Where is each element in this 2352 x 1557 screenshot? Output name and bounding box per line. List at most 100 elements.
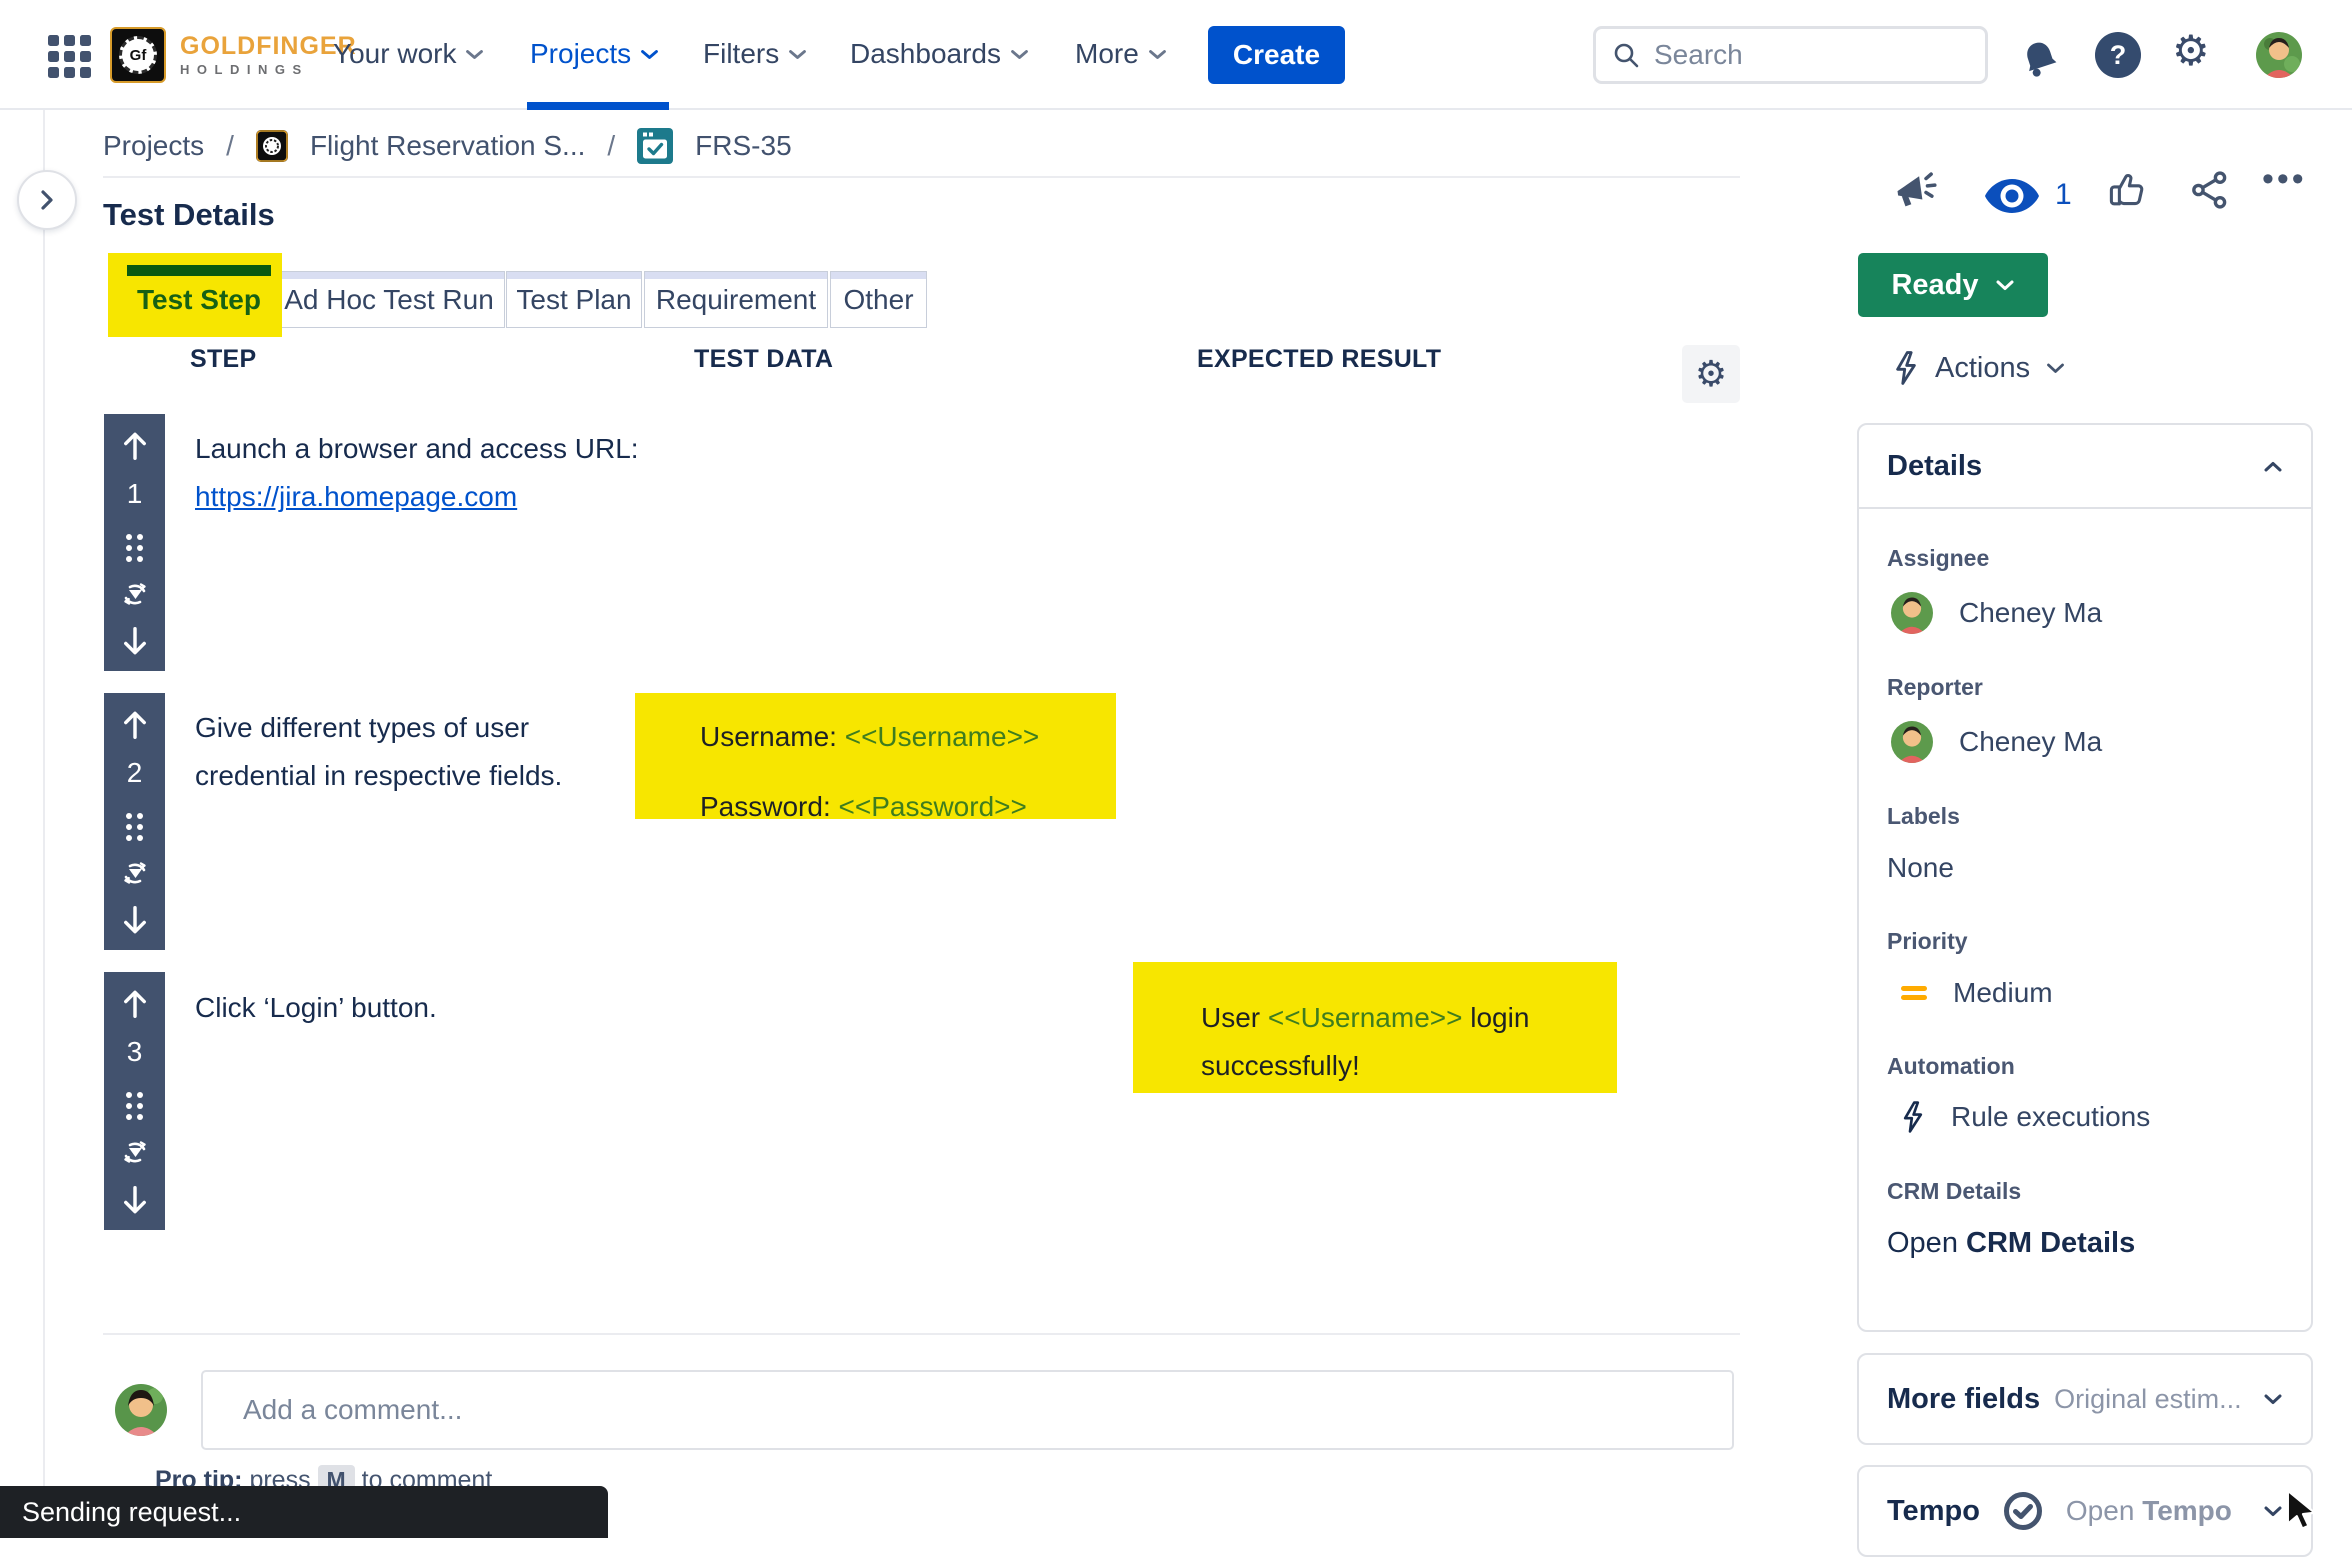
logo-wordmark: GOLDFINGER	[180, 34, 357, 59]
nav-your-work[interactable]: Your work	[333, 0, 484, 108]
reporter-value[interactable]: Cheney Ma	[1891, 721, 2283, 763]
test-data-highlight[interactable]: Username: <<Username>> Password: <<Passw…	[635, 693, 1116, 819]
labels-value[interactable]: None	[1887, 852, 2283, 884]
step-row-controls: 3	[104, 972, 165, 1230]
tab-test-plan[interactable]: Test Plan	[506, 271, 642, 328]
priority-value[interactable]: Medium	[1901, 977, 2283, 1009]
parameter-token: <<Username>>	[1268, 1002, 1463, 1033]
assignee-label: Assignee	[1887, 545, 2283, 572]
move-down-icon[interactable]	[120, 904, 150, 936]
app-switcher-icon[interactable]	[48, 35, 91, 78]
search-input[interactable]	[1654, 39, 1969, 71]
sending-request-toast: Sending request...	[0, 1486, 608, 1538]
chevron-down-icon	[1010, 48, 1029, 61]
move-down-icon[interactable]	[120, 1184, 150, 1216]
priority-label: Priority	[1887, 928, 2283, 955]
automation-label: Automation	[1887, 1053, 2283, 1080]
step-number: 1	[127, 478, 143, 510]
page-title: Test Details	[103, 197, 275, 233]
clone-step-icon[interactable]	[119, 578, 151, 610]
move-down-icon[interactable]	[120, 625, 150, 657]
watch-count[interactable]: 1	[2055, 178, 2072, 212]
clone-step-icon[interactable]	[119, 1136, 151, 1168]
search-icon	[1612, 41, 1640, 69]
parameter-token: <<Password>>	[839, 791, 1027, 822]
watch-eye-icon[interactable]	[1983, 176, 2041, 216]
breadcrumb-issue-key[interactable]: FRS-35	[695, 130, 791, 162]
breadcrumb-projects[interactable]: Projects	[103, 130, 204, 162]
drag-handle-icon[interactable]	[126, 813, 143, 841]
chevron-up-icon	[2263, 460, 2283, 473]
settings-gear-icon[interactable]: ⚙	[2172, 30, 2210, 72]
assignee-value[interactable]: Cheney Ma	[1891, 592, 2283, 634]
notifications-bell-icon[interactable]	[2020, 38, 2060, 80]
nav-dashboards[interactable]: Dashboards	[850, 0, 1029, 108]
chevron-down-icon	[1995, 279, 2015, 292]
col-header-step: STEP	[190, 345, 257, 374]
step-description[interactable]: Click ‘Login’ button.	[195, 984, 437, 1032]
tab-test-step[interactable]: Test Step	[126, 271, 272, 328]
search-box[interactable]	[1593, 26, 1988, 84]
col-header-test-data: TEST DATA	[694, 345, 833, 374]
breadcrumb-project[interactable]: Flight Reservation S...	[310, 130, 585, 162]
tab-requirement[interactable]: Requirement	[644, 271, 828, 328]
more-fields-summary: Original estim...	[2054, 1384, 2242, 1415]
actions-menu[interactable]: Actions	[1893, 350, 2065, 386]
breadcrumb: Projects / Flight Reservation S... / FRS…	[103, 128, 792, 164]
step-description[interactable]: Launch a browser and access URL: https:/…	[195, 425, 639, 521]
crm-details-link[interactable]: Open CRM Details	[1887, 1227, 2283, 1260]
expand-sidebar-button[interactable]	[17, 170, 77, 230]
lightning-bolt-icon	[1893, 350, 1919, 386]
step-description[interactable]: Give different types of user credential …	[195, 704, 562, 800]
move-up-icon[interactable]	[120, 430, 150, 462]
step-number: 2	[127, 757, 143, 789]
nav-more[interactable]: More	[1075, 0, 1167, 108]
project-avatar-icon	[256, 130, 288, 162]
comment-input[interactable]	[201, 1370, 1734, 1450]
drag-handle-icon[interactable]	[126, 1092, 143, 1120]
mouse-cursor	[2283, 1488, 2323, 1532]
vote-thumbs-up-icon[interactable]	[2108, 170, 2148, 210]
clone-step-icon[interactable]	[119, 857, 151, 889]
more-fields-panel[interactable]: More fields Original estim...	[1857, 1353, 2313, 1445]
expected-result-highlight[interactable]: User <<Username>> login successfully!	[1133, 962, 1617, 1093]
col-header-expected-result: EXPECTED RESULT	[1197, 345, 1441, 374]
chevron-down-icon	[465, 48, 484, 61]
automation-value[interactable]: Rule executions	[1901, 1100, 2283, 1134]
sidebar-divider	[43, 110, 45, 1528]
chevron-down-icon	[2263, 1505, 2283, 1518]
drag-handle-icon[interactable]	[126, 534, 143, 562]
assignee-avatar	[1891, 592, 1933, 634]
tempo-check-circle-icon	[2002, 1490, 2044, 1532]
reporter-avatar	[1891, 721, 1933, 763]
nav-projects[interactable]: Projects	[530, 0, 659, 108]
move-up-icon[interactable]	[120, 988, 150, 1020]
tempo-panel[interactable]: Tempo Open Tempo	[1857, 1465, 2313, 1557]
details-panel-header[interactable]: Details	[1859, 425, 2311, 509]
step-link[interactable]: https://jira.homepage.com	[195, 481, 517, 512]
nav-filters[interactable]: Filters	[703, 0, 807, 108]
user-avatar[interactable]	[2256, 32, 2302, 78]
share-icon[interactable]	[2190, 170, 2230, 210]
parameter-token: <<Username>>	[845, 721, 1040, 752]
step-row-controls: 1	[104, 414, 165, 671]
company-logo[interactable]: Gf GOLDFINGER HOLDINGS	[110, 27, 357, 83]
details-panel: Details Assignee Cheney Ma Reporter Chen…	[1857, 423, 2313, 1332]
status-ready-button[interactable]: Ready	[1858, 253, 2048, 317]
current-user-avatar	[115, 1384, 167, 1436]
table-settings-button[interactable]: ⚙	[1682, 345, 1740, 403]
tab-other[interactable]: Other	[830, 271, 927, 328]
tab-ad-hoc-test-run[interactable]: Ad Hoc Test Run	[273, 271, 505, 328]
help-icon[interactable]: ?	[2095, 32, 2141, 78]
reporter-label: Reporter	[1887, 674, 2283, 701]
more-actions-icon[interactable]: •••	[2262, 160, 2307, 199]
content-divider	[103, 1333, 1740, 1335]
move-up-icon[interactable]	[120, 709, 150, 741]
create-button[interactable]: Create	[1208, 26, 1345, 84]
gear-icon: ⚙	[1695, 356, 1727, 392]
feedback-megaphone-icon[interactable]	[1893, 170, 1937, 212]
test-issue-type-icon	[637, 128, 673, 164]
priority-medium-icon	[1901, 985, 1927, 1001]
step-row-controls: 2	[104, 693, 165, 950]
active-nav-underline	[527, 102, 669, 110]
